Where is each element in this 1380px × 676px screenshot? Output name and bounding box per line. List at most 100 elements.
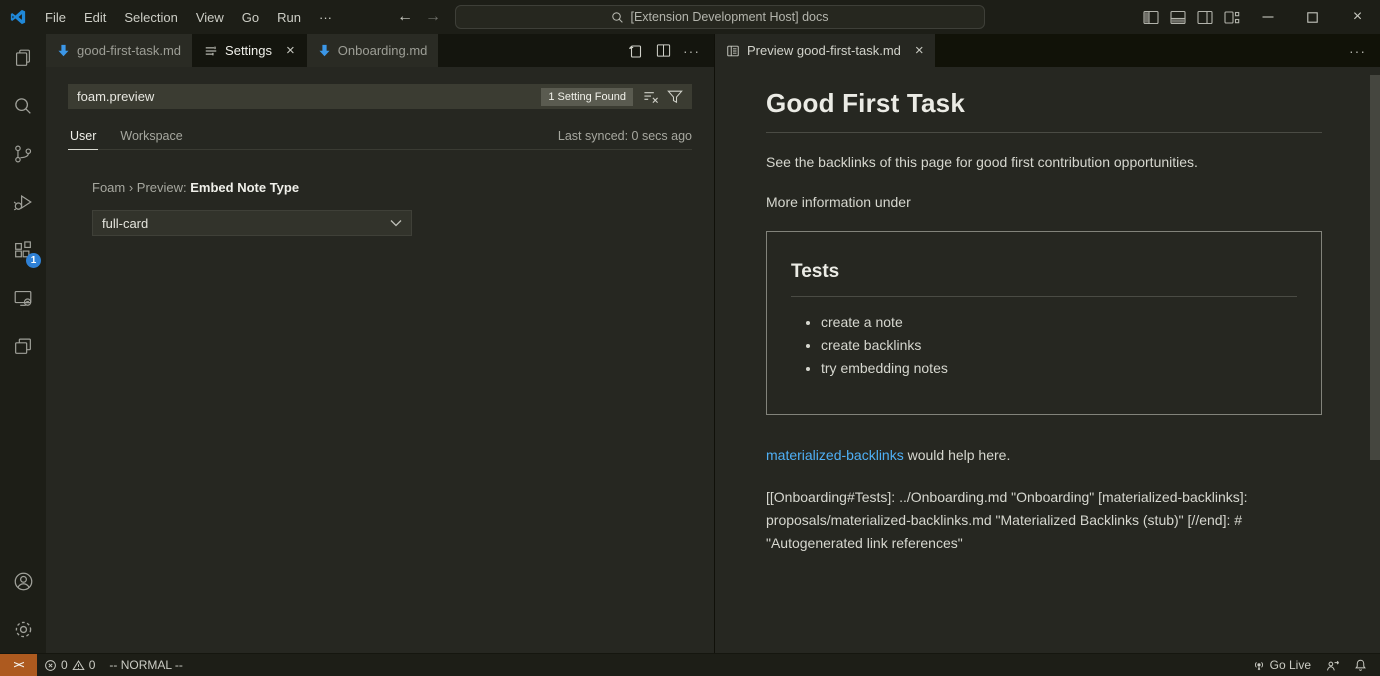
more-actions-icon[interactable]: ···: [1345, 43, 1370, 59]
toggle-panel-icon[interactable]: [1164, 0, 1191, 34]
link-paragraph: materialized-backlinks would help here.: [766, 447, 1322, 463]
menu-run[interactable]: Run: [268, 6, 310, 29]
vscode-logo-icon: [0, 8, 36, 26]
scope-tab-workspace[interactable]: Workspace: [118, 129, 184, 149]
settings-editor: 1 Setting Found User Workspace Last sync…: [46, 67, 714, 653]
warning-count: 0: [89, 658, 96, 672]
history-nav: ← →: [397, 0, 441, 34]
dropdown-value: full-card: [102, 216, 148, 231]
close-tab-icon[interactable]: ×: [915, 43, 924, 58]
forward-arrow-icon[interactable]: →: [425, 8, 441, 26]
menu-go[interactable]: Go: [233, 6, 268, 29]
extensions-icon[interactable]: 1: [0, 226, 46, 274]
menu-bar: File Edit Selection View Go Run ···: [36, 6, 341, 29]
explorer-icon[interactable]: [0, 34, 46, 82]
maximize-button[interactable]: [1290, 0, 1335, 34]
go-live-button[interactable]: Go Live: [1245, 654, 1318, 676]
statusbar-right: Go Live: [1245, 654, 1380, 676]
tab-good-first-task[interactable]: good-first-task.md: [46, 34, 192, 67]
command-center[interactable]: [Extension Development Host] docs: [455, 5, 985, 29]
status-bar: >< 0 0 -- NORMAL -- Go Live: [0, 653, 1380, 676]
editor-actions-right: ···: [1345, 34, 1380, 67]
embed-title: Tests: [791, 261, 1297, 297]
menu-edit[interactable]: Edit: [75, 6, 115, 29]
tab-settings[interactable]: Settings ×: [193, 34, 306, 67]
scope-tab-user[interactable]: User: [68, 129, 98, 150]
error-count: 0: [61, 658, 68, 672]
embed-note-type-dropdown[interactable]: full-card: [92, 210, 412, 236]
embedded-note-card: Tests create a note create backlinks try…: [766, 231, 1322, 415]
feedback-person-icon: [1325, 659, 1340, 672]
setting-embed-note-type: Foam › Preview: Embed Note Type full-car…: [92, 180, 692, 236]
markdown-preview-icon: [726, 44, 740, 58]
remote-explorer-icon[interactable]: [0, 274, 46, 322]
menu-selection[interactable]: Selection: [115, 6, 186, 29]
activity-bar: 1: [0, 34, 46, 653]
menu-view[interactable]: View: [187, 6, 233, 29]
tab-preview-good-first-task[interactable]: Preview good-first-task.md ×: [715, 34, 935, 67]
page-title: Good First Task: [766, 88, 1322, 133]
link-suffix: would help here.: [904, 447, 1011, 463]
warning-icon: [72, 659, 85, 672]
tabstrip-left: good-first-task.md Settings × Onboarding…: [46, 34, 714, 67]
editor-actions-left: ···: [623, 34, 714, 67]
sync-status: Last synced: 0 secs ago: [558, 129, 692, 149]
setting-category: Foam › Preview:: [92, 180, 190, 195]
editor-group-right: Preview good-first-task.md × ··· Good Fi…: [715, 34, 1380, 653]
toggle-primary-sidebar-icon[interactable]: [1137, 0, 1164, 34]
tab-label: Settings: [225, 43, 272, 58]
run-debug-icon[interactable]: [0, 178, 46, 226]
embed-list: create a note create backlinks try embed…: [803, 314, 1297, 376]
menu-more-icon[interactable]: ···: [310, 6, 341, 29]
source-control-icon[interactable]: [0, 130, 46, 178]
settings-count-badge: 1 Setting Found: [541, 88, 633, 106]
settings-editor-icon: [204, 44, 218, 58]
close-tab-icon[interactable]: ×: [286, 43, 295, 58]
open-settings-json-icon[interactable]: [623, 40, 647, 62]
split-editor-icon[interactable]: [651, 40, 675, 62]
titlebar-controls: ×: [1137, 0, 1380, 34]
notifications-button[interactable]: [1347, 654, 1374, 676]
bell-icon: [1354, 658, 1367, 672]
close-window-button[interactable]: ×: [1335, 0, 1380, 34]
preview-scrollbar[interactable]: [1370, 75, 1380, 460]
markdown-file-icon: [57, 44, 70, 57]
workbench-body: 1 good-first-task.md: [0, 34, 1380, 653]
feedback-button[interactable]: [1318, 654, 1347, 676]
menu-file[interactable]: File: [36, 6, 75, 29]
markdown-preview-pane: Good First Task See the backlinks of thi…: [715, 67, 1380, 653]
back-arrow-icon[interactable]: ←: [397, 8, 413, 26]
problems-status[interactable]: 0 0: [37, 654, 102, 676]
tab-onboarding[interactable]: Onboarding.md: [307, 34, 439, 67]
chevron-down-icon: [390, 219, 402, 227]
settings-gear-icon[interactable]: [0, 605, 46, 653]
vscode-window: File Edit Selection View Go Run ··· ← → …: [0, 0, 1380, 676]
intro-paragraph: See the backlinks of this page for good …: [766, 154, 1322, 170]
accounts-icon[interactable]: [0, 557, 46, 605]
more-info-paragraph: More information under: [766, 194, 1322, 210]
vim-mode-indicator[interactable]: -- NORMAL --: [102, 654, 190, 676]
extensions-badge: 1: [26, 253, 41, 268]
search-view-icon[interactable]: [0, 82, 46, 130]
materialized-backlinks-link[interactable]: materialized-backlinks: [766, 447, 904, 463]
tabstrip-right: Preview good-first-task.md × ···: [715, 34, 1380, 67]
settings-search-input[interactable]: [77, 89, 541, 104]
customize-layout-icon[interactable]: [1218, 0, 1245, 34]
tab-label: Onboarding.md: [338, 43, 428, 58]
tab-label: good-first-task.md: [77, 43, 181, 58]
filter-settings-icon[interactable]: [663, 86, 687, 108]
title-bar: File Edit Selection View Go Run ··· ← → …: [0, 0, 1380, 34]
editor-windows-icon[interactable]: [0, 322, 46, 370]
setting-title: Foam › Preview: Embed Note Type: [92, 180, 692, 195]
markdown-file-icon: [318, 44, 331, 57]
remote-indicator[interactable]: ><: [0, 654, 37, 676]
vim-mode-label: -- NORMAL --: [109, 658, 183, 672]
go-live-label: Go Live: [1270, 658, 1311, 672]
minimize-button[interactable]: [1245, 0, 1290, 34]
clear-settings-search-icon[interactable]: [639, 86, 663, 108]
more-actions-icon[interactable]: ···: [679, 43, 704, 59]
toggle-secondary-sidebar-icon[interactable]: [1191, 0, 1218, 34]
search-icon: [611, 11, 624, 24]
settings-search-box: 1 Setting Found: [68, 84, 692, 109]
list-item: create a note: [821, 314, 1297, 330]
